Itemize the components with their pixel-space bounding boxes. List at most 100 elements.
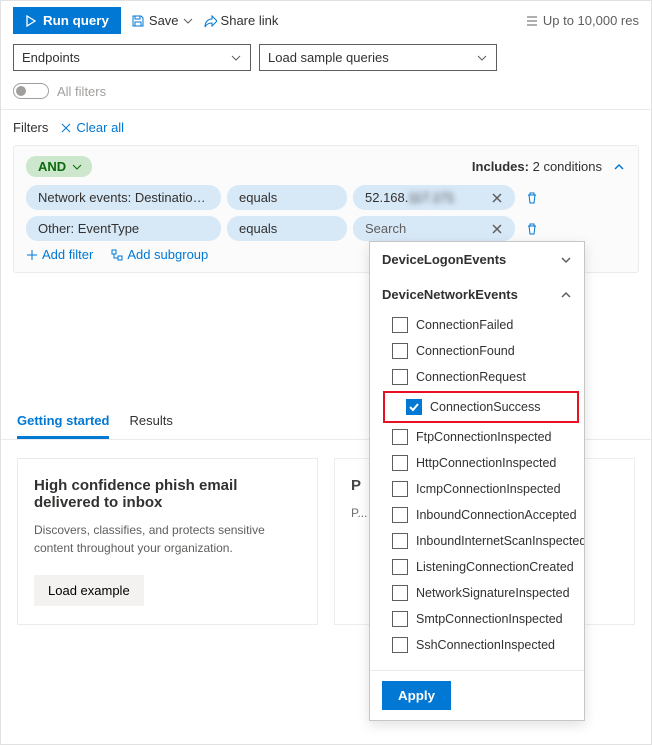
endpoints-select[interactable]: Endpoints <box>13 44 251 71</box>
add-filter-label: Add filter <box>42 247 93 262</box>
filter-value-pill[interactable]: Search <box>353 216 515 241</box>
dropdown-item[interactable]: HttpConnectionInspected <box>370 450 584 476</box>
selects-row: Endpoints Load sample queries <box>1 40 651 75</box>
example-card: High confidence phish email delivered to… <box>17 458 318 625</box>
checkbox[interactable] <box>406 399 422 415</box>
dropdown-item-label: ConnectionSuccess <box>430 400 540 414</box>
checkbox[interactable] <box>392 533 408 549</box>
dropdown-item[interactable]: SmtpConnectionInspected <box>370 606 584 632</box>
chevron-down-icon <box>72 162 82 172</box>
dropdown-scroll[interactable]: DeviceLogonEvents DeviceNetworkEvents Co… <box>370 242 584 670</box>
checkbox[interactable] <box>392 559 408 575</box>
dropdown-item[interactable]: InboundInternetScanInspected <box>370 528 584 554</box>
apply-button[interactable]: Apply <box>382 681 451 710</box>
dropdown-item-label: InboundInternetScanInspected <box>416 534 584 548</box>
dropdown-group-header[interactable]: DeviceProcessEvents <box>370 658 584 670</box>
all-filters-row: All filters <box>1 75 651 110</box>
sample-queries-select[interactable]: Load sample queries <box>259 44 497 71</box>
filter-field-pill[interactable]: Network events: DestinationIPA... <box>26 185 221 210</box>
share-link-button[interactable]: Share link <box>203 13 279 28</box>
dropdown-item[interactable]: InboundConnectionAccepted <box>370 502 584 528</box>
value-dropdown: DeviceLogonEvents DeviceNetworkEvents Co… <box>369 241 585 721</box>
plus-icon <box>26 249 38 261</box>
dropdown-item-label: HttpConnectionInspected <box>416 456 556 470</box>
dropdown-item-label: IcmpConnectionInspected <box>416 482 561 496</box>
dropdown-item[interactable]: NetworkSignatureInspected <box>370 580 584 606</box>
logic-operator-pill[interactable]: AND <box>26 156 92 177</box>
dropdown-item[interactable]: ConnectionFound <box>370 338 584 364</box>
filter-operator-pill[interactable]: equals <box>227 216 347 241</box>
trash-icon <box>525 191 539 205</box>
share-link-label: Share link <box>221 13 279 28</box>
checkbox[interactable] <box>392 637 408 653</box>
checkbox[interactable] <box>392 317 408 333</box>
dropdown-item[interactable]: ConnectionFailed <box>370 312 584 338</box>
chevron-down-icon <box>560 254 572 266</box>
includes-summary: Includes: 2 conditions <box>472 159 602 174</box>
chevron-up-icon <box>612 160 626 174</box>
checkbox[interactable] <box>392 455 408 471</box>
filter-value-blurred: 117.171 <box>408 190 454 205</box>
dropdown-footer: Apply <box>370 670 584 720</box>
collapse-group-button[interactable] <box>612 160 626 174</box>
save-label: Save <box>149 13 179 28</box>
filter-value-pill[interactable]: 52.168.117.171 <box>353 185 515 210</box>
endpoints-select-label: Endpoints <box>22 50 80 65</box>
all-filters-toggle[interactable] <box>13 83 49 99</box>
clear-value-button[interactable] <box>491 223 503 235</box>
example-card-title: High confidence phish email delivered to… <box>34 477 301 511</box>
checkbox[interactable] <box>392 369 408 385</box>
add-filter-button[interactable]: Add filter <box>26 247 93 262</box>
dropdown-group-header[interactable]: DeviceNetworkEvents <box>370 277 584 312</box>
checkbox[interactable] <box>392 585 408 601</box>
chevron-up-icon <box>560 289 572 301</box>
example-card-desc: Discovers, classifies, and protects sens… <box>34 521 301 557</box>
dropdown-group-header[interactable]: DeviceLogonEvents <box>370 242 584 277</box>
dropdown-item-label: ConnectionRequest <box>416 370 526 384</box>
dropdown-item-label: ConnectionFound <box>416 344 515 358</box>
clear-value-button[interactable] <box>491 192 503 204</box>
tab-getting-started[interactable]: Getting started <box>17 413 109 439</box>
filter-field-pill[interactable]: Other: EventType <box>26 216 221 241</box>
filter-value-text: 52.168. <box>365 190 408 205</box>
dropdown-item[interactable]: SshConnectionInspected <box>370 632 584 658</box>
save-icon <box>131 14 145 28</box>
clear-all-label: Clear all <box>76 120 124 135</box>
delete-filter-button[interactable] <box>521 191 543 205</box>
run-query-label: Run query <box>43 13 109 28</box>
trash-icon <box>525 222 539 236</box>
logic-operator-label: AND <box>38 159 66 174</box>
filter-operator-pill[interactable]: equals <box>227 185 347 210</box>
filter-row: Network events: DestinationIPA... equals… <box>26 185 626 210</box>
clear-icon <box>60 122 72 134</box>
check-icon <box>409 402 419 412</box>
delete-filter-button[interactable] <box>521 222 543 236</box>
dropdown-item-label: ConnectionFailed <box>416 318 513 332</box>
checkbox[interactable] <box>392 507 408 523</box>
chevron-down-icon <box>183 16 193 26</box>
close-icon <box>491 223 503 235</box>
save-button[interactable]: Save <box>131 13 193 28</box>
dropdown-item-label: NetworkSignatureInspected <box>416 586 570 600</box>
filter-value-placeholder: Search <box>365 221 406 236</box>
checkbox[interactable] <box>392 429 408 445</box>
dropdown-item[interactable]: IcmpConnectionInspected <box>370 476 584 502</box>
result-limit: Up to 10,000 res <box>525 13 639 28</box>
add-subgroup-label: Add subgroup <box>127 247 208 262</box>
dropdown-item[interactable]: ConnectionRequest <box>370 364 584 390</box>
run-query-button[interactable]: Run query <box>13 7 121 34</box>
load-example-button[interactable]: Load example <box>34 575 144 606</box>
dropdown-item[interactable]: FtpConnectionInspected <box>370 424 584 450</box>
checkbox[interactable] <box>392 481 408 497</box>
dropdown-item[interactable]: ConnectionSuccess <box>384 392 578 422</box>
dropdown-group-label: DeviceLogonEvents <box>382 252 506 267</box>
dropdown-item[interactable]: ListeningConnectionCreated <box>370 554 584 580</box>
checkbox[interactable] <box>392 611 408 627</box>
dropdown-item-label: ListeningConnectionCreated <box>416 560 574 574</box>
dropdown-item-label: FtpConnectionInspected <box>416 430 552 444</box>
add-subgroup-button[interactable]: Add subgroup <box>111 247 208 262</box>
checkbox[interactable] <box>392 343 408 359</box>
clear-all-button[interactable]: Clear all <box>60 120 124 135</box>
tab-results[interactable]: Results <box>129 413 172 439</box>
dropdown-item-label: SshConnectionInspected <box>416 638 555 652</box>
